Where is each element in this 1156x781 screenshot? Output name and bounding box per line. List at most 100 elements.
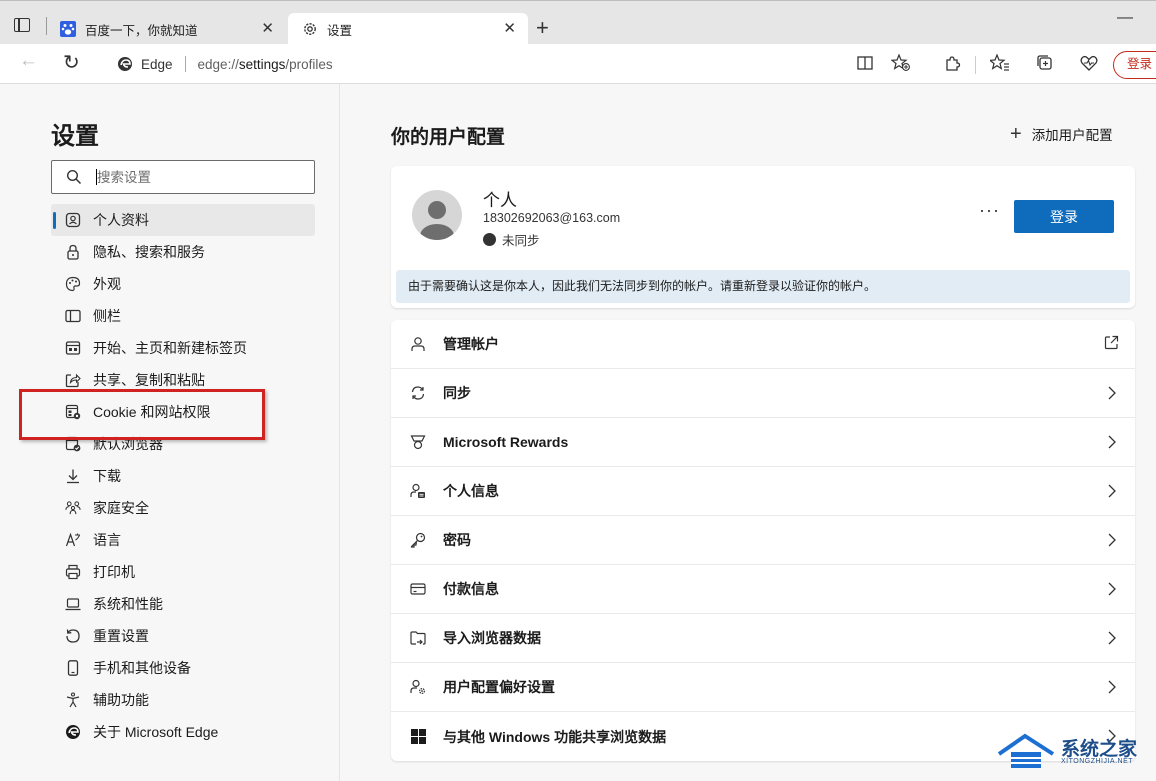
watermark-subtext: XITONGZHIJIA.NET [1061,758,1134,765]
add-favorite-icon[interactable] [890,52,912,74]
sidebar-item-phone[interactable]: 手机和其他设备 [51,652,315,684]
sidebar-item-label: 下载 [93,468,121,484]
address-bar[interactable]: Edge edge://settings/profiles [103,49,924,79]
gear-icon [304,23,316,35]
sidebar-item-share[interactable]: 共享、复制和粘贴 [51,364,315,396]
sync-status-label: 未同步 [502,234,540,248]
trophy-icon [409,433,427,451]
row-manage-account[interactable]: 管理帐户 [391,320,1135,369]
close-tab-icon[interactable]: ✕ [261,19,274,37]
row-passwords[interactable]: 密码 [391,516,1135,565]
profile-icon [65,212,81,228]
chevron-right-icon [1108,435,1116,449]
sync-icon [409,384,427,402]
sidebar-item-profiles[interactable]: 个人资料 [51,204,315,236]
sidebar-item-cookies[interactable]: Cookie 和网站权限 [51,396,315,428]
sidebar-item-start-home[interactable]: 开始、主页和新建标签页 [51,332,315,364]
address-url[interactable]: edge://settings/profiles [198,57,333,72]
person-outline-icon [409,335,427,353]
row-import-data[interactable]: 导入浏览器数据 [391,614,1135,663]
sidebar-item-default-browser[interactable]: 默认浏览器 [51,428,315,460]
share-icon [65,372,81,388]
row-label: 同步 [443,385,471,401]
back-button[interactable]: ← [19,50,38,72]
tab-settings[interactable]: 设置 ✕ [288,13,528,45]
sidebar-item-label: 辅助功能 [93,692,149,708]
palette-icon [65,276,81,292]
credit-card-icon [409,580,427,598]
house-logo-icon [997,733,1055,768]
tab-baidu[interactable]: 百度一下，你就知道 ✕ [46,13,286,45]
cookie-permissions-icon [65,404,81,420]
chevron-right-icon [1108,631,1116,645]
sidebar-item-system[interactable]: 系统和性能 [51,588,315,620]
laptop-icon [65,596,81,612]
profile-name: 个人 [483,191,517,210]
row-label: Microsoft Rewards [443,434,569,450]
close-tab-icon[interactable]: ✕ [503,19,516,37]
sidebar-item-label: 侧栏 [93,308,121,324]
page-title: 你的用户配置 [391,127,506,148]
sidebar-item-appearance[interactable]: 外观 [51,268,315,300]
avatar [412,190,462,240]
browser-toolbar: ← ↻ Edge edge://settings/profiles 登录 [0,44,1156,84]
split-screen-icon[interactable] [854,52,876,74]
sidebar-item-label: 个人资料 [93,212,149,228]
search-box[interactable] [51,160,315,194]
extensions-icon[interactable] [941,52,963,74]
row-profile-preferences[interactable]: 用户配置偏好设置 [391,663,1135,712]
row-label: 与其他 Windows 功能共享浏览数据 [443,728,667,745]
row-payment-info[interactable]: 付款信息 [391,565,1135,614]
tab-actions-icon[interactable] [14,18,30,32]
baidu-paw-icon [60,21,76,37]
sidebar-item-label: 系统和性能 [93,596,163,612]
minimize-button[interactable]: — [1117,9,1133,27]
sidebar-item-family[interactable]: 家庭安全 [51,492,315,524]
sidebar-item-label: 家庭安全 [93,500,149,516]
chevron-right-icon [1108,484,1116,498]
row-personal-info[interactable]: 个人信息 [391,467,1135,516]
sidebar-item-languages[interactable]: 语言 [51,524,315,556]
address-site-name: Edge [141,56,173,72]
import-folder-icon [409,629,427,647]
more-options-button[interactable]: ··· [979,200,1000,221]
sidebar-item-label: 默认浏览器 [93,436,163,452]
row-label: 导入浏览器数据 [443,630,541,646]
plus-icon: + [1010,123,1022,145]
watermark-text: 系统之家 [1061,739,1138,760]
sidebar-item-accessibility[interactable]: 辅助功能 [51,684,315,716]
site-watermark: 系统之家 XITONGZHIJIA.NET [995,730,1145,776]
external-link-icon[interactable] [1104,335,1119,350]
sidebar-item-label: 隐私、搜索和服务 [93,244,205,260]
person-card-icon [409,482,427,500]
add-profile-button[interactable]: + 添加用户配置 [1010,124,1113,144]
sidebar-item-label: 关于 Microsoft Edge [93,724,219,740]
tab-label: 百度一下，你就知道 [85,23,198,38]
sync-notice: 由于需要确认这是你本人，因此我们无法同步到你的帐户。请重新登录以验证你的帐户。 [396,270,1130,303]
sidebar-item-sidebar[interactable]: 侧栏 [51,300,315,332]
row-sync[interactable]: 同步 [391,369,1135,418]
sidebar-item-label: 重置设置 [93,628,149,644]
sidebar-item-privacy[interactable]: 隐私、搜索和服务 [51,236,315,268]
tab-strip: 百度一下，你就知道 ✕ 设置 ✕ + — [0,0,1156,45]
favorites-icon[interactable] [989,52,1011,74]
search-input[interactable] [97,169,297,185]
lock-icon [65,244,81,260]
signin-button[interactable]: 登录 [1014,200,1114,233]
reload-button[interactable]: ↻ [63,50,80,75]
sidebar-item-about[interactable]: 关于 Microsoft Edge [51,716,315,748]
chevron-right-icon [1108,680,1116,694]
sidebar-item-printers[interactable]: 打印机 [51,556,315,588]
edge-logo-icon [118,57,132,71]
row-microsoft-rewards[interactable]: Microsoft Rewards [391,418,1135,467]
row-label: 个人信息 [443,483,499,499]
browser-essentials-icon[interactable] [1078,52,1100,74]
sidebar-item-downloads[interactable]: 下载 [51,460,315,492]
family-icon [65,500,81,516]
sidebar-item-reset[interactable]: 重置设置 [51,620,315,652]
sidebar-icon [65,308,81,324]
collections-icon[interactable] [1034,52,1056,74]
new-tab-button[interactable]: + [536,15,549,41]
signin-pill-button[interactable]: 登录 [1113,51,1156,79]
windows-logo-icon [409,728,427,746]
